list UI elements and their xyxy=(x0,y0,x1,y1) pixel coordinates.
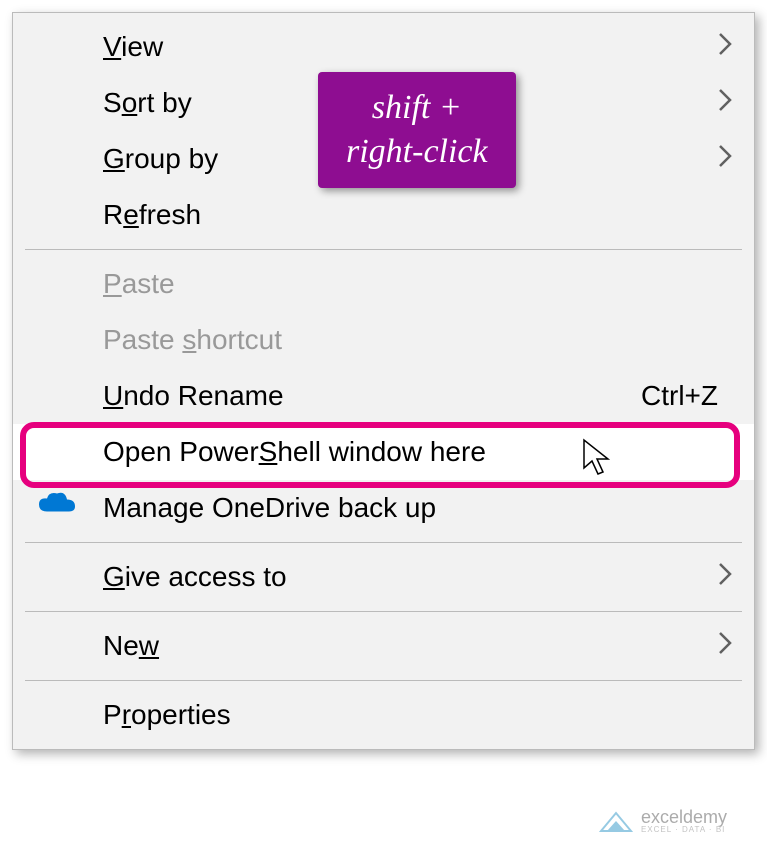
menu-item-properties[interactable]: Properties xyxy=(13,687,754,743)
chevron-right-icon xyxy=(716,560,734,595)
onedrive-icon xyxy=(37,492,77,525)
watermark-text-main: exceldemy xyxy=(641,808,727,826)
menu-item-refresh[interactable]: Refresh xyxy=(13,187,754,243)
chevron-right-icon xyxy=(716,142,734,177)
menu-divider xyxy=(25,542,742,543)
callout-line: shift + xyxy=(346,86,488,130)
chevron-right-icon xyxy=(716,629,734,664)
menu-label: Give access to xyxy=(103,561,730,593)
menu-label: View xyxy=(103,31,730,63)
chevron-right-icon xyxy=(716,30,734,65)
menu-label: Open PowerShell window here xyxy=(103,436,730,468)
menu-divider xyxy=(25,249,742,250)
menu-label: Undo Rename xyxy=(103,380,641,412)
menu-item-new[interactable]: New xyxy=(13,618,754,674)
keyboard-shortcut: Ctrl+Z xyxy=(641,380,718,412)
watermark-logo-icon xyxy=(599,809,633,833)
watermark-text-sub: EXCEL · DATA · BI xyxy=(641,826,727,834)
menu-label: Properties xyxy=(103,699,730,731)
cursor-icon xyxy=(582,438,614,483)
chevron-right-icon xyxy=(716,86,734,121)
menu-item-manage-onedrive[interactable]: Manage OneDrive back up xyxy=(13,480,754,536)
watermark: exceldemy EXCEL · DATA · BI xyxy=(599,808,727,834)
menu-label: Paste shortcut xyxy=(103,324,730,356)
menu-item-give-access-to[interactable]: Give access to xyxy=(13,549,754,605)
menu-item-view[interactable]: View xyxy=(13,19,754,75)
menu-label: Manage OneDrive back up xyxy=(103,492,730,524)
menu-label: Paste xyxy=(103,268,730,300)
menu-item-paste-shortcut: Paste shortcut xyxy=(13,312,754,368)
callout-line: right-click xyxy=(346,130,488,174)
menu-label: New xyxy=(103,630,730,662)
menu-divider xyxy=(25,611,742,612)
menu-divider xyxy=(25,680,742,681)
menu-label: Refresh xyxy=(103,199,730,231)
callout-annotation: shift + right-click xyxy=(318,72,516,188)
menu-item-open-powershell[interactable]: Open PowerShell window here xyxy=(13,424,754,480)
menu-item-undo-rename[interactable]: Undo Rename Ctrl+Z xyxy=(13,368,754,424)
menu-item-paste: Paste xyxy=(13,256,754,312)
